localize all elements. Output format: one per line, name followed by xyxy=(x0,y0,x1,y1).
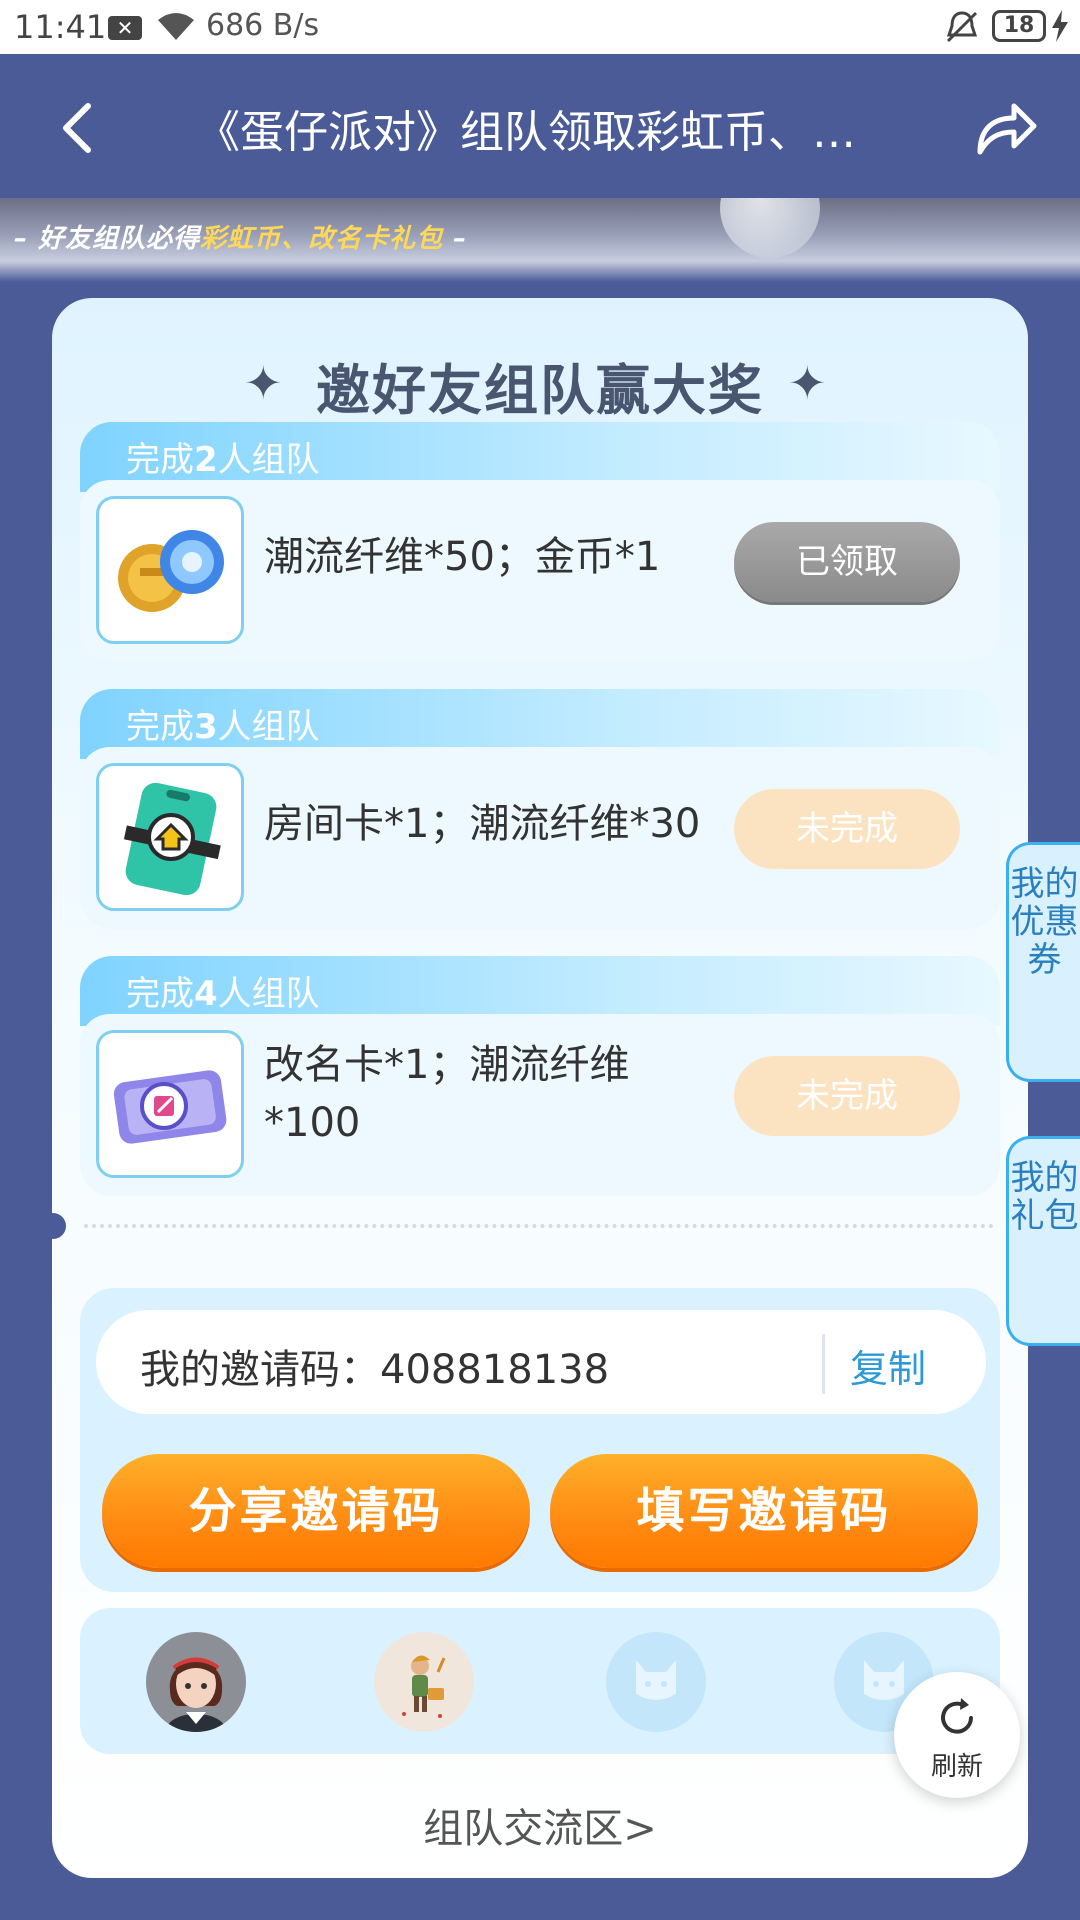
refresh-label: 刷新 xyxy=(930,1752,983,1782)
share-icon[interactable] xyxy=(974,98,1038,158)
rename-card-reward-icon xyxy=(96,1030,244,1178)
incomplete-button[interactable]: 未完成 xyxy=(734,1056,960,1136)
battery-level: 18 xyxy=(992,10,1046,42)
task-body: 房间卡*1；潮流纤维*30 未完成 xyxy=(80,747,1000,929)
task-card-2: 完成2人组队 潮流纤维*50；金币*1 已领取 xyxy=(80,422,1000,662)
task-body: 潮流纤维*50；金币*1 已领取 xyxy=(80,480,1000,662)
claimed-button[interactable]: 已领取 xyxy=(734,522,960,602)
task-header-label: 完成3人组队 xyxy=(126,707,320,747)
team-forum-link[interactable]: 组队交流区> xyxy=(0,1796,1080,1854)
sparkle-right-icon: ✦ xyxy=(788,356,827,410)
banner-image: – 好友组队必得彩虹币、改名卡礼包 – xyxy=(0,198,1080,282)
fill-invite-code-button[interactable]: 填写邀请码 xyxy=(550,1454,978,1568)
task-body: 改名卡*1；潮流纤维*100 未完成 xyxy=(80,1014,1000,1196)
incomplete-button[interactable]: 未完成 xyxy=(734,789,960,869)
page-title: 《蛋仔派对》组队领取彩虹币、… xyxy=(196,107,856,158)
avatar[interactable] xyxy=(146,1632,246,1732)
back-arrow-icon[interactable] xyxy=(50,98,106,158)
refresh-icon xyxy=(941,1698,973,1734)
card-notch xyxy=(40,1213,66,1239)
task-card-4: 完成4人组队 改名卡*1；潮流纤维*100 未完成 xyxy=(80,956,1000,1196)
wifi-icon xyxy=(158,13,194,40)
coin-fiber-reward-icon xyxy=(96,496,244,644)
task-reward-text: 房间卡*1；潮流纤维*30 xyxy=(264,801,701,847)
share-invite-code-button[interactable]: 分享邀请码 xyxy=(102,1454,530,1568)
charging-bolt-icon xyxy=(1052,10,1068,42)
banner-subtitle: – 好友组队必得彩虹币、改名卡礼包 – xyxy=(14,224,468,254)
task-header-label: 完成4人组队 xyxy=(126,974,320,1014)
empty-member-slot-icon xyxy=(606,1632,706,1732)
task-reward-text: 潮流纤维*50；金币*1 xyxy=(264,534,661,580)
avatar[interactable] xyxy=(374,1632,474,1732)
my-gifts-tab[interactable]: 我的礼包 xyxy=(1006,1136,1080,1346)
invite-code-value: 408818138 xyxy=(380,1347,610,1393)
bell-muted-icon xyxy=(946,11,978,43)
task-card-3: 完成3人组队 房间卡*1；潮流纤维*30 未完成 xyxy=(80,689,1000,929)
code-separator xyxy=(822,1334,825,1394)
status-bar: 11:41 ✕ 686 B/s 18 xyxy=(0,0,1080,54)
network-speed: 686 B/s xyxy=(206,8,320,43)
task-header-label: 完成2人组队 xyxy=(126,440,320,480)
room-card-reward-icon xyxy=(96,763,244,911)
dotted-divider xyxy=(84,1224,994,1228)
banner-ball-decoration xyxy=(720,198,820,258)
copy-button[interactable]: 复制 xyxy=(850,1338,960,1393)
invite-code-label: 我的邀请码： xyxy=(140,1347,380,1393)
my-coupons-tab[interactable]: 我的优惠券 xyxy=(1006,842,1080,1082)
section-title: 邀好友组队赢大奖 xyxy=(316,359,764,422)
status-time: 11:41 xyxy=(14,8,107,46)
nav-bar: 《蛋仔派对》组队领取彩虹币、… xyxy=(0,54,1080,198)
notification-x-icon: ✕ xyxy=(108,16,142,40)
invite-code: 我的邀请码：408818138 xyxy=(140,1337,609,1395)
refresh-button[interactable]: 刷新 xyxy=(894,1672,1020,1798)
task-reward-text: 改名卡*1；潮流纤维*100 xyxy=(264,1042,630,1146)
